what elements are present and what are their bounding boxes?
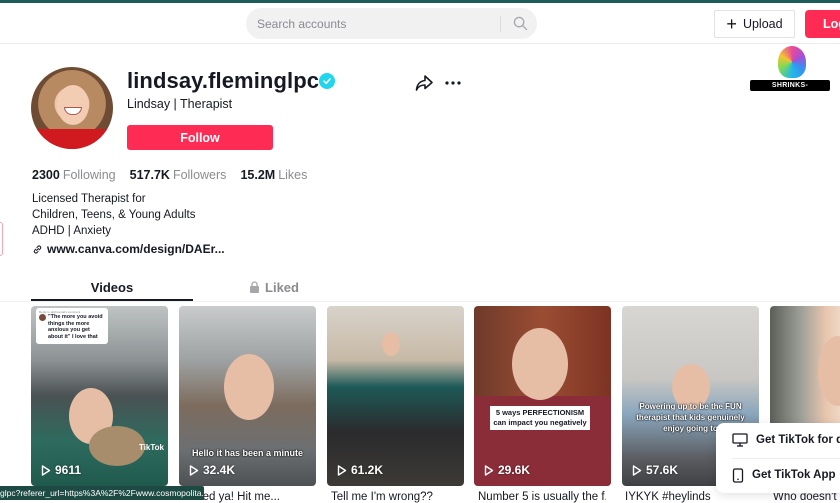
view-count: 32.4K [189,463,235,477]
brain-head-logo-icon [778,46,806,78]
likes-count: 15.2M [240,168,276,182]
play-icon [484,464,494,476]
profile-stats: 2300 Following 517.7K Followers 15.2M Likes [32,168,307,182]
likes-stat: 15.2M Likes [240,168,307,182]
followers-label: Followers [172,168,227,182]
shrinks-office-watermark: SHRINKS-OFFICE.COM [750,44,830,100]
commenter-avatar [39,314,46,321]
share-icon[interactable] [414,73,434,93]
video-caption[interactable]: Tell me I'm wrong?? [331,491,468,503]
bio-line: Children, Teens, & Young Adults [32,209,196,221]
tiktok-watermark: TikTok [138,443,164,452]
play-icon [337,464,347,476]
view-count: 29.6K [484,463,530,477]
view-count: 61.2K [337,463,383,477]
desktop-monitor-icon [732,433,748,447]
upload-label: Upload [742,17,783,31]
followers-count: 517.7K [129,168,170,182]
play-icon [189,464,199,476]
video-thumbnail-subject [818,336,840,406]
profile-link-text: www.canva.com/design/DAEr... [47,242,225,256]
get-tiktok-app-button[interactable]: Get TikTok App [732,464,836,486]
search-icon [513,16,528,31]
view-count-value: 61.2K [351,463,384,477]
profile-tabs: Videos Liked [31,275,354,301]
more-options-icon[interactable] [443,73,463,93]
view-count: 9611 [41,463,81,477]
tab-liked-label: Liked [265,279,299,295]
plus-icon: + [726,14,737,34]
link-icon [33,245,42,253]
followers-stat[interactable]: 517.7K Followers [130,168,227,182]
video-card[interactable]: 61.2K [327,306,464,486]
profile-link[interactable]: www.canva.com/design/DAEr... [32,242,225,256]
verified-badge-icon [319,73,335,89]
search-bar [246,8,537,39]
bio-line: ADHD | Anxiety [32,225,112,237]
upload-button[interactable]: + Upload [714,10,795,38]
comment-quote: "The more you avoid things the more anxi… [48,314,103,340]
video-card[interactable]: Reply to allybosmal's comment "The more … [31,306,168,486]
view-count-value: 29.6K [498,463,531,477]
follow-button[interactable]: Follow [127,125,273,150]
search-button[interactable] [504,8,537,39]
video-overlay-text: Hello it has been a minute [191,448,304,458]
video-thumbnail-cat [89,426,145,466]
view-count-value: 57.6K [646,463,679,477]
avatar-shirt [31,129,113,149]
video-card[interactable]: Hello it has been a minute 32.4K [179,306,316,486]
avatar-face [57,85,89,125]
bio-line: Licensed Therapist for [32,193,146,205]
video-overlay-text: 5 ways PERFECTIONISM can impact you nega… [490,406,590,430]
watermark-label: SHRINKS-OFFICE.COM [750,80,830,100]
tabs-divider [0,301,840,302]
video-card[interactable]: 5 ways PERFECTIONISM can impact you nega… [474,306,611,486]
video-caption[interactable]: Number 5 is usually the f... [478,491,606,503]
search-input[interactable] [257,8,497,39]
video-thumbnail-subject [512,328,568,400]
likes-label: Likes [278,168,308,182]
search-divider [500,16,501,32]
view-count-value: 32.4K [203,463,236,477]
get-tiktok-desktop-button[interactable]: Get TikTok for desktop [732,429,840,451]
video-thumbnail-subject [224,354,274,420]
play-icon [41,464,51,476]
popup-divider [732,458,840,459]
profile-display-name: Lindsay | Therapist [127,97,233,111]
view-count: 57.6K [632,463,678,477]
get-tiktok-desktop-label: Get TikTok for desktop [756,434,840,446]
play-icon [632,464,642,476]
profile-username: lindsay.fleminglpc [127,68,320,93]
profile-bio: Licensed Therapist for Children, Teens, … [32,191,195,239]
view-count-value: 9611 [55,463,82,477]
lock-icon [250,281,260,293]
login-button[interactable]: Log in [805,10,840,59]
tab-liked[interactable]: Liked [193,275,355,299]
tab-videos[interactable]: Videos [31,275,193,299]
get-app-popup: Get TikTok for desktop Get TikTok App [716,423,840,493]
browser-status-bar-url: glpc?referer_url=https%3A%2F%2Fwww.cosmo… [0,486,204,500]
profile-avatar[interactable] [31,67,113,149]
get-tiktok-app-label: Get TikTok App [752,469,836,481]
video-thumbnail-subject [382,332,400,356]
following-count: 2300 [32,168,60,182]
comment-reply-sticker: Reply to allybosmal's comment "The more … [36,308,108,344]
tab-videos-label: Videos [90,279,134,295]
sidebar-edge-element [0,222,3,256]
following-stat[interactable]: 2300 Following [32,168,116,182]
top-header: + Upload Log in [0,3,840,59]
following-label: Following [62,168,116,182]
mobile-phone-icon [732,467,744,483]
